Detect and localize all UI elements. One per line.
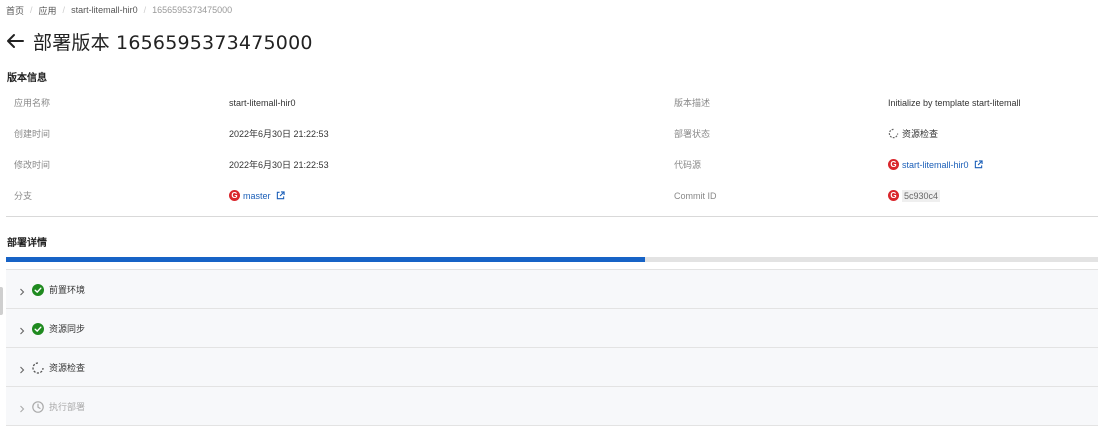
- breadcrumb-current: 1656595373475000: [152, 5, 233, 15]
- info-row: 修改时间 2022年6月30日 21:22:53 代码源 G start-lit…: [6, 149, 1098, 180]
- step-label: 执行部署: [49, 402, 86, 412]
- info-row: 应用名称 start-litemall-hir0 版本描述 Initialize…: [6, 87, 1098, 118]
- deploy-progress-fill: [6, 257, 645, 262]
- deploy-step-pre-env[interactable]: 前置环境: [6, 270, 1098, 309]
- chevron-right-icon[interactable]: [18, 400, 26, 418]
- info-row: 创建时间 2022年6月30日 21:22:53 部署状态 资源检查: [6, 118, 1098, 149]
- breadcrumb-apps[interactable]: 应用: [39, 4, 57, 17]
- external-link-icon[interactable]: [974, 160, 983, 169]
- created-time-label: 创建时间: [14, 129, 51, 139]
- check-circle-icon: [32, 284, 44, 296]
- version-desc-value: Initialize by template start-litemall: [888, 97, 1021, 108]
- commit-id-label: Commit ID: [674, 190, 717, 201]
- breadcrumb-app[interactable]: start-litemall-hir0: [71, 5, 138, 15]
- commit-id-text: 5c930c4: [902, 189, 941, 202]
- page-title: 部署版本 1656595373475000: [33, 31, 313, 54]
- breadcrumb-separator: /: [143, 5, 147, 15]
- modified-time-value: 2022年6月30日 21:22:53: [229, 160, 329, 170]
- branch-link[interactable]: master: [243, 191, 271, 201]
- deploy-steps-list: 前置环境 资源同步 资源检查 执行部署: [6, 269, 1098, 426]
- step-label: 前置环境: [49, 285, 86, 295]
- chevron-right-icon[interactable]: [18, 322, 26, 340]
- version-desc-label: 版本描述: [674, 98, 711, 108]
- breadcrumb: 首页 / 应用 / start-litemall-hir0 / 16565953…: [6, 3, 232, 17]
- breadcrumb-home[interactable]: 首页: [6, 4, 24, 17]
- back-arrow-icon[interactable]: [5, 31, 25, 51]
- breadcrumb-separator: /: [62, 5, 66, 15]
- commit-id-value: G 5c930c4: [888, 180, 941, 211]
- deploy-status-label: 部署状态: [674, 129, 711, 139]
- git-commit-icon: G: [888, 190, 899, 201]
- code-source-link[interactable]: start-litemall-hir0: [902, 160, 969, 170]
- chevron-right-icon[interactable]: [18, 283, 26, 301]
- section-title-deploy-details: 部署详情: [7, 238, 47, 249]
- code-source-label: 代码源: [674, 160, 702, 170]
- spinner-icon: [32, 362, 44, 374]
- external-link-icon[interactable]: [276, 191, 285, 200]
- version-info-table: 应用名称 start-litemall-hir0 版本描述 Initialize…: [6, 87, 1098, 217]
- deploy-step-execute[interactable]: 执行部署: [6, 387, 1098, 426]
- app-name-value: start-litemall-hir0: [229, 97, 296, 108]
- git-branch-icon: G: [229, 190, 240, 201]
- info-row: 分支 G master Commit ID G 5c930c4: [6, 180, 1098, 211]
- branch-label: 分支: [14, 191, 33, 201]
- step-label: 资源同步: [49, 324, 86, 334]
- deploy-progress-bar: [6, 257, 1098, 262]
- modified-time-label: 修改时间: [14, 160, 51, 170]
- code-source-value: G start-litemall-hir0: [888, 149, 983, 180]
- deploy-step-resource-check[interactable]: 资源检查: [6, 348, 1098, 387]
- page-header: 部署版本 1656595373475000: [5, 27, 313, 55]
- deploy-step-resource-sync[interactable]: 资源同步: [6, 309, 1098, 348]
- branch-value: G master: [229, 180, 285, 211]
- breadcrumb-separator: /: [30, 5, 33, 15]
- check-circle-icon: [32, 323, 44, 335]
- sidebar-collapse-handle[interactable]: [0, 287, 3, 315]
- chevron-right-icon[interactable]: [18, 361, 26, 379]
- created-time-value: 2022年6月30日 21:22:53: [229, 129, 329, 139]
- git-repo-icon: G: [888, 159, 899, 170]
- deploy-status-text: 资源检查: [902, 129, 939, 139]
- section-title-version-info: 版本信息: [7, 73, 47, 84]
- deploy-status-value: 资源检查: [888, 118, 938, 149]
- spinner-icon: [888, 128, 899, 139]
- clock-icon: [32, 401, 44, 413]
- step-label: 资源检查: [49, 363, 86, 373]
- app-name-label: 应用名称: [14, 98, 51, 108]
